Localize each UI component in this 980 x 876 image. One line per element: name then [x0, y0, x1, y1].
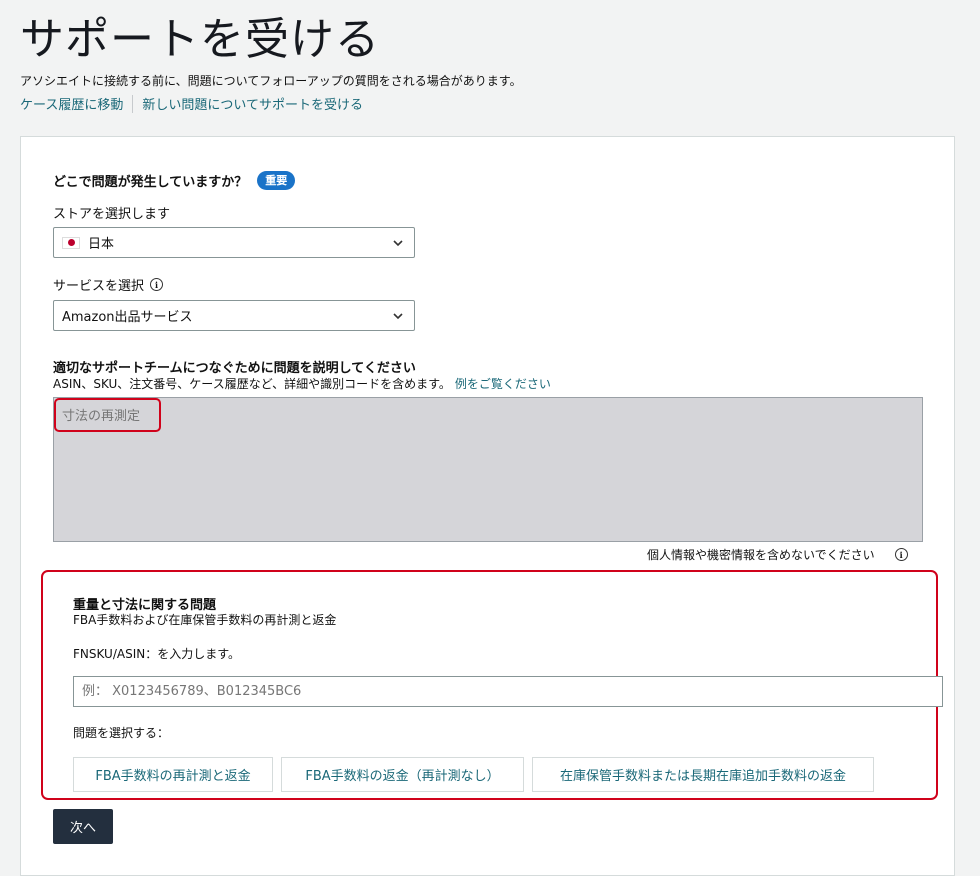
- required-badge: 重要: [257, 171, 296, 190]
- question-label: どこで問題が発生していますか？ 重要: [53, 171, 296, 190]
- support-form-card: どこで問題が発生していますか？ 重要 ストアを選択します 日本 サービスを選択 …: [20, 136, 955, 876]
- new-issue-link[interactable]: 新しい問題についてサポートを受ける: [142, 94, 363, 113]
- option-remeasure-refund-button[interactable]: FBA手数料の再計測と返金: [73, 757, 273, 792]
- option-storage-fee-refund-button[interactable]: 在庫保管手数料または長期在庫追加手数料の返金: [532, 757, 874, 792]
- select-issue-label: 問題を選択する：: [73, 726, 170, 740]
- store-select[interactable]: 日本: [53, 227, 415, 258]
- japan-flag-icon: [62, 236, 80, 249]
- example-link[interactable]: 例をご覧ください: [455, 377, 551, 391]
- option-refund-no-remeasure-button[interactable]: FBA手数料の返金（再計測なし）: [281, 757, 524, 792]
- service-label: サービスを選択 i: [53, 275, 164, 294]
- issue-section: 重量と寸法に関する問題 FBA手数料および在庫保管手数料の再計測と返金 FNSK…: [41, 570, 943, 800]
- case-history-link[interactable]: ケース履歴に移動: [20, 94, 123, 113]
- fnsku-input[interactable]: [73, 676, 943, 707]
- chevron-down-icon: [393, 313, 403, 320]
- page-title: サポートを受ける: [20, 14, 380, 65]
- page-subtitle: アソシエイトに接続する前に、問題についてフォローアップの質問をされる場合がありま…: [20, 74, 522, 88]
- privacy-note: 個人情報や機密情報を含めないでください i: [647, 546, 908, 563]
- description-hint-text: ASIN、SKU、注文番号、ケース履歴など、詳細や識別コードを含めます。: [53, 377, 451, 391]
- service-select-value: Amazon出品サービス: [62, 310, 193, 325]
- question-label-text: どこで問題が発生していますか？: [53, 175, 248, 190]
- chevron-down-icon: [393, 240, 403, 247]
- info-icon[interactable]: i: [150, 278, 164, 291]
- issue-subtitle: FBA手数料および在庫保管手数料の再計測と返金: [73, 613, 337, 627]
- service-label-text: サービスを選択: [53, 279, 145, 294]
- store-select-value: 日本: [88, 237, 115, 252]
- fnsku-label: FNSKU/ASIN：を入力します。: [73, 647, 241, 661]
- info-icon[interactable]: i: [894, 548, 908, 561]
- link-divider: [132, 94, 134, 113]
- next-button[interactable]: 次へ: [53, 809, 113, 844]
- store-label: ストアを選択します: [53, 207, 171, 222]
- description-title: 適切なサポートチームにつなぐために問題を説明してください: [53, 361, 416, 376]
- privacy-note-text: 個人情報や機密情報を含めないでください: [647, 548, 875, 562]
- service-select[interactable]: Amazon出品サービス: [53, 300, 415, 331]
- text-highlight-annotation: [54, 398, 161, 432]
- description-hint: ASIN、SKU、注文番号、ケース履歴など、詳細や識別コードを含めます。 例をご覧…: [53, 375, 551, 392]
- header-links: ケース履歴に移動 新しい問題についてサポートを受ける: [20, 94, 363, 113]
- description-textarea[interactable]: 寸法の再測定: [53, 397, 923, 542]
